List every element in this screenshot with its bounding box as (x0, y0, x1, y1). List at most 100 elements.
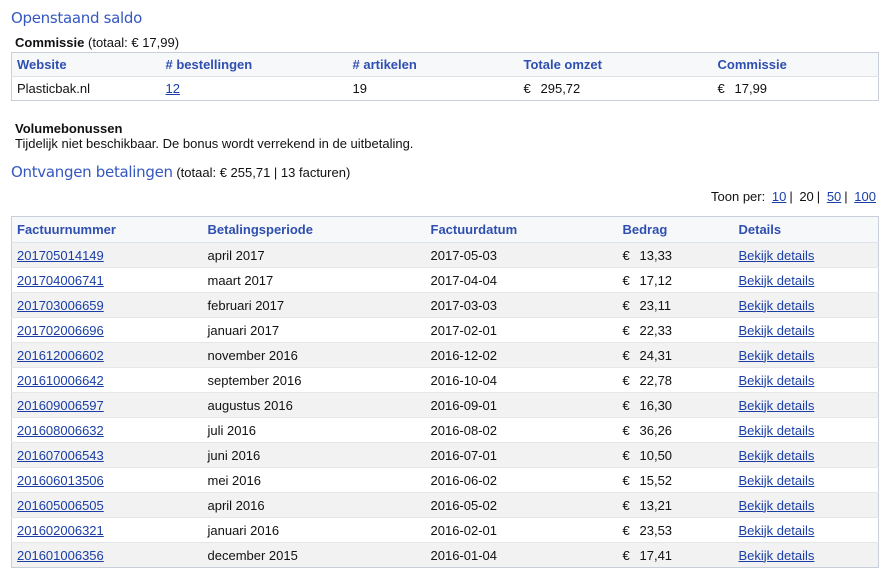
details-link[interactable]: Bekijk details (739, 498, 815, 513)
date-cell: 2016-08-02 (425, 417, 618, 443)
table-row: 201605006505 april 2016 2016-05-02 €13,21 Be… (11, 492, 879, 518)
details-link[interactable]: Bekijk details (739, 398, 815, 413)
per-page-10[interactable]: 10 (772, 189, 786, 204)
invoice-link[interactable]: 201601006356 (17, 548, 104, 563)
date-cell: 2016-09-01 (425, 392, 618, 418)
invoice-link[interactable]: 201610006642 (17, 373, 104, 388)
invoice-link[interactable]: 201705014149 (17, 248, 104, 263)
details-link[interactable]: Bekijk details (739, 548, 815, 563)
per-page-50[interactable]: 50 (827, 189, 841, 204)
table-row: 201705014149 april 2017 2017-05-03 €13,33 Be… (11, 242, 879, 268)
amount-value: 17,12 (639, 272, 673, 288)
details-link[interactable]: Bekijk details (739, 373, 815, 388)
table-row: 201704006741 maart 2017 2017-04-04 €17,12 Be… (11, 267, 879, 293)
currency-symbol: € (622, 447, 630, 463)
invoice-link[interactable]: 201608006632 (17, 423, 104, 438)
period-cell: april 2016 (202, 492, 426, 518)
table-row: 201602006321 januari 2016 2016-02-01 €23,53… (11, 517, 879, 543)
volumebonussen-label: Volumebonussen (15, 121, 123, 136)
amount-value: 15,52 (639, 472, 673, 488)
col-website: Website (11, 52, 161, 77)
invoice-link[interactable]: 201606013506 (17, 473, 104, 488)
currency-symbol: € (622, 322, 630, 338)
invoice-link[interactable]: 201609006597 (17, 398, 104, 413)
amount-value: 13,21 (639, 497, 673, 513)
date-cell: 2016-01-04 (425, 542, 618, 568)
currency-symbol: € (622, 472, 630, 488)
details-link[interactable]: Bekijk details (739, 248, 815, 263)
currency-symbol: € (622, 422, 630, 438)
date-cell: 2017-03-03 (425, 292, 618, 318)
website-cell: Plasticbak.nl (11, 76, 161, 101)
col-details: Details (733, 216, 879, 243)
currency-symbol: € (717, 81, 725, 96)
invoice-cell: 201702006696 (11, 317, 203, 343)
invoice-link[interactable]: 201605006505 (17, 498, 104, 513)
table-row: 201601006356 december 2015 2016-01-04 €17,4… (11, 542, 879, 568)
amount-cell: €17,41 (617, 542, 734, 568)
table-row: 201610006642 september 2016 2016-10-04 €22,… (11, 367, 879, 393)
details-link[interactable]: Bekijk details (739, 298, 815, 313)
period-cell: januari 2016 (202, 517, 426, 543)
commission-header-row: Website # bestellingen # artikelen Total… (11, 52, 879, 77)
details-cell: Bekijk details (733, 392, 879, 418)
period-cell: februari 2017 (202, 292, 426, 318)
invoice-cell: 201602006321 (11, 517, 203, 543)
amount-cell: €15,52 (617, 467, 734, 493)
ontvangen-summary: (totaal: € 255,71 | 13 facturen) (176, 165, 351, 180)
col-factuurnummer: Factuurnummer (11, 216, 203, 243)
col-totale-omzet: Totale omzet (518, 52, 713, 77)
details-link[interactable]: Bekijk details (739, 423, 815, 438)
amount-value: 23,53 (639, 522, 673, 538)
currency-symbol: € (622, 497, 630, 513)
amount-cell: €16,30 (617, 392, 734, 418)
period-cell: januari 2017 (202, 317, 426, 343)
invoice-cell: 201605006505 (11, 492, 203, 518)
amount-value: 13,33 (639, 247, 673, 263)
invoice-cell: 201705014149 (11, 242, 203, 268)
invoice-cell: 201607006543 (11, 442, 203, 468)
invoice-link[interactable]: 201612006602 (17, 348, 104, 363)
pagination-separator: | (844, 189, 848, 204)
details-link[interactable]: Bekijk details (739, 448, 815, 463)
details-link[interactable]: Bekijk details (739, 523, 815, 538)
date-cell: 2016-06-02 (425, 467, 618, 493)
amount-value: 23,11 (639, 297, 672, 313)
amount-cell: €17,12 (617, 267, 734, 293)
col-betalingsperiode: Betalingsperiode (202, 216, 426, 243)
period-cell: december 2015 (202, 542, 426, 568)
commission-row: Plasticbak.nl 12 19 €295,72 €17,99 (11, 76, 879, 101)
invoice-cell: 201608006632 (11, 417, 203, 443)
details-link[interactable]: Bekijk details (739, 273, 815, 288)
orders-link[interactable]: 12 (166, 81, 180, 96)
payments-body: 201705014149 april 2017 2017-05-03 €13,33 Be… (11, 242, 879, 568)
pagination-separator: | (789, 189, 793, 204)
period-cell: juli 2016 (202, 417, 426, 443)
date-cell: 2016-12-02 (425, 342, 618, 368)
amount-cell: €22,33 (617, 317, 734, 343)
amount-cell: €24,31 (617, 342, 734, 368)
invoice-link[interactable]: 201602006321 (17, 523, 104, 538)
col-artikelen: # artikelen (347, 52, 519, 77)
invoice-link[interactable]: 201607006543 (17, 448, 104, 463)
date-cell: 2017-02-01 (425, 317, 618, 343)
volumebonussen-text: Tijdelijk niet beschikbaar. De bonus wor… (15, 136, 414, 151)
table-row: 201608006632 juli 2016 2016-08-02 €36,26 Bek… (11, 417, 879, 443)
details-cell: Bekijk details (733, 517, 879, 543)
invoice-cell: 201609006597 (11, 392, 203, 418)
commissie-total: (totaal: € 17,99) (88, 35, 180, 50)
details-link[interactable]: Bekijk details (739, 323, 815, 338)
amount-value: 22,78 (639, 372, 673, 388)
invoice-link[interactable]: 201704006741 (17, 273, 104, 288)
details-cell: Bekijk details (733, 442, 879, 468)
currency-symbol: € (622, 547, 630, 563)
revenue-cell: €295,72 (518, 76, 713, 101)
date-cell: 2016-05-02 (425, 492, 618, 518)
openstaand-saldo-title: Openstaand saldo (11, 9, 143, 27)
per-page-100[interactable]: 100 (854, 189, 876, 204)
currency-symbol: € (622, 272, 630, 288)
invoice-link[interactable]: 201702006696 (17, 323, 104, 338)
invoice-link[interactable]: 201703006659 (17, 298, 104, 313)
details-link[interactable]: Bekijk details (739, 473, 815, 488)
details-link[interactable]: Bekijk details (739, 348, 815, 363)
